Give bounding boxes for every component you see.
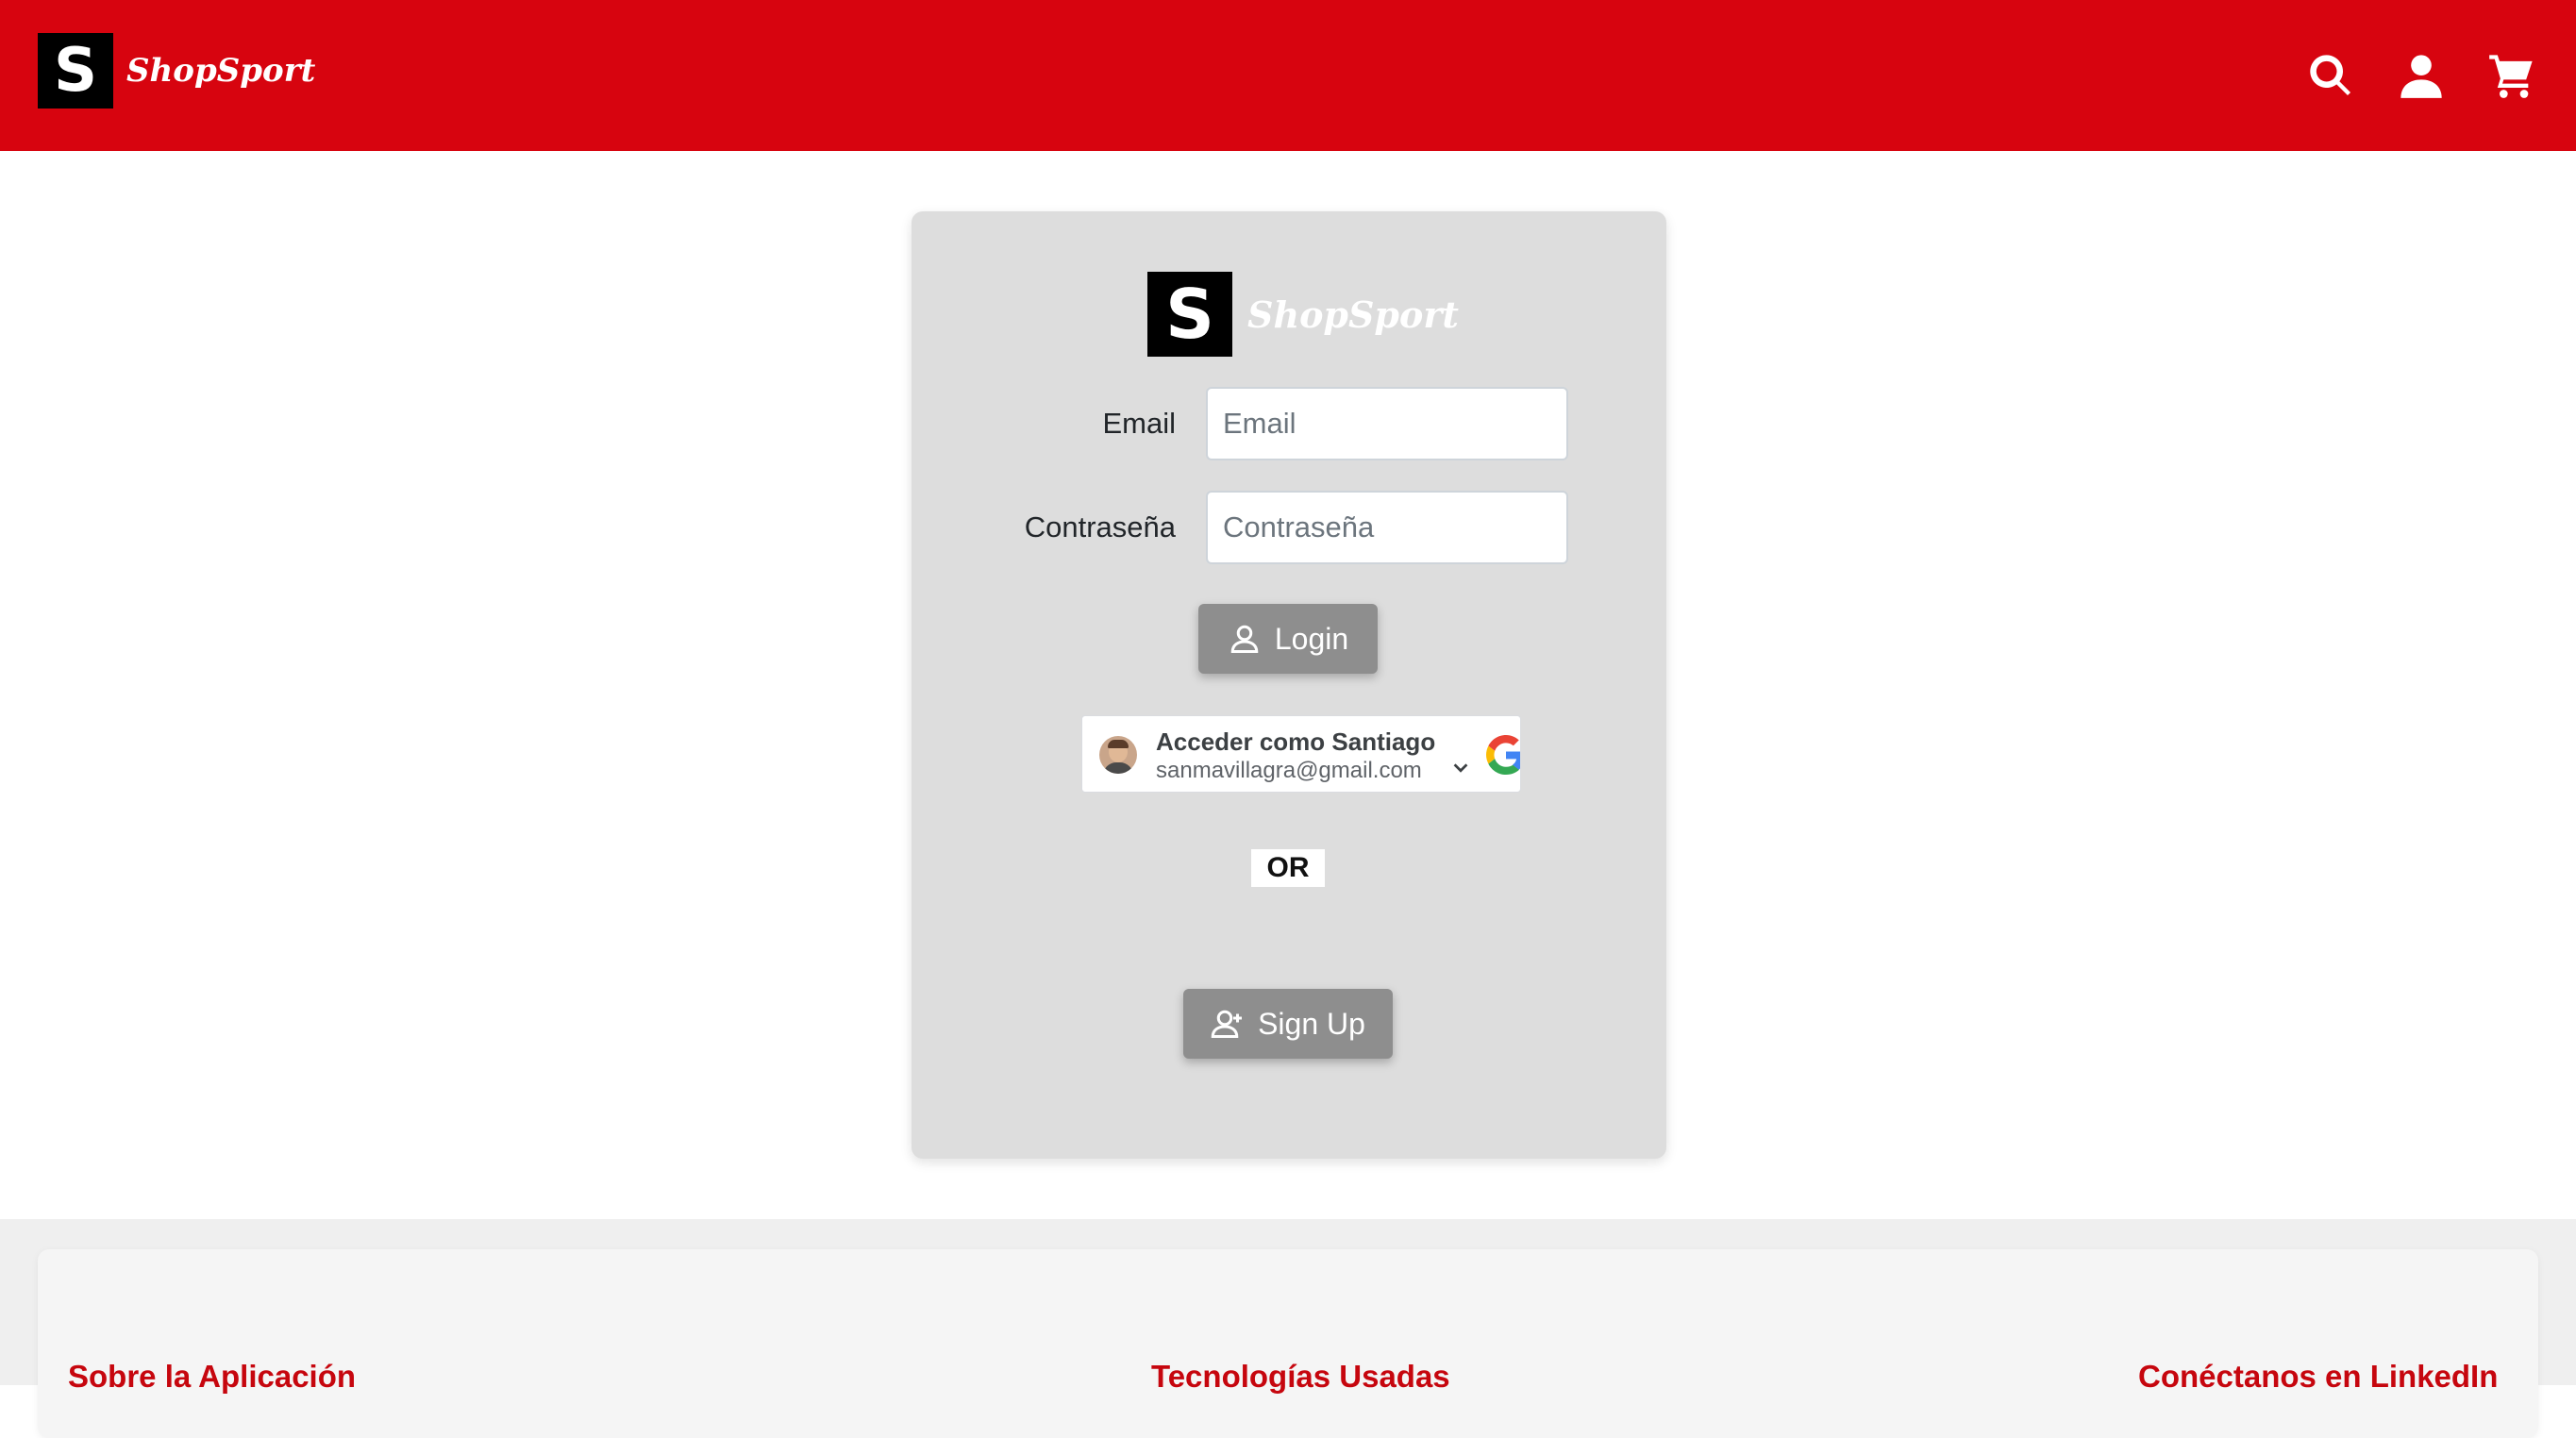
password-input[interactable] — [1206, 491, 1568, 564]
brand-logo-mark: S — [38, 33, 113, 109]
google-account-email: sanmavillagra@gmail.com — [1156, 758, 1422, 783]
user-icon[interactable] — [2395, 49, 2448, 102]
card-logo-letter: S — [1165, 275, 1214, 354]
or-divider: OR — [1251, 849, 1325, 887]
brand-name: ShopSport — [126, 52, 316, 90]
email-label: Email — [1102, 407, 1176, 440]
user-plus-icon — [1211, 1010, 1243, 1038]
email-row: Email — [912, 387, 1666, 460]
google-account-title: Acceder como Santiago — [1156, 727, 1436, 756]
google-logo-icon — [1486, 735, 1520, 775]
footer-heading-about: Sobre la Aplicación — [68, 1359, 357, 1394]
nav-icons — [2304, 45, 2538, 106]
search-icon[interactable] — [2304, 49, 2357, 102]
email-input[interactable] — [1206, 387, 1568, 460]
brand-logo-link[interactable]: S ShopSport — [38, 33, 315, 109]
card-logo-mark: S — [1147, 272, 1232, 357]
top-navbar: S ShopSport — [0, 0, 2576, 151]
card-logo: S ShopSport — [1147, 272, 1459, 357]
card-brand-name: ShopSport — [1247, 293, 1459, 336]
password-label: Contraseña — [1024, 510, 1176, 543]
signup-button[interactable]: Sign Up — [1183, 989, 1393, 1059]
cart-icon[interactable] — [2485, 49, 2538, 102]
avatar — [1099, 736, 1137, 774]
login-card: S ShopSport Email Contraseña Login Acced… — [912, 211, 1666, 1159]
footer-heading-technologies: Tecnologías Usadas — [1151, 1359, 1450, 1394]
login-button-label: Login — [1274, 621, 1349, 656]
brand-logo-letter: S — [53, 36, 98, 106]
footer-panel — [38, 1249, 2538, 1438]
google-signin-button[interactable]: Acceder como Santiago sanmavillagra@gmai… — [1081, 715, 1521, 793]
footer-heading-linkedin[interactable]: Conéctanos en LinkedIn — [2138, 1359, 2498, 1395]
chevron-down-icon[interactable] — [1450, 758, 1471, 778]
user-outline-icon — [1230, 625, 1259, 653]
signup-button-label: Sign Up — [1258, 1006, 1365, 1041]
login-button[interactable]: Login — [1198, 604, 1378, 674]
password-row: Contraseña — [912, 491, 1666, 564]
